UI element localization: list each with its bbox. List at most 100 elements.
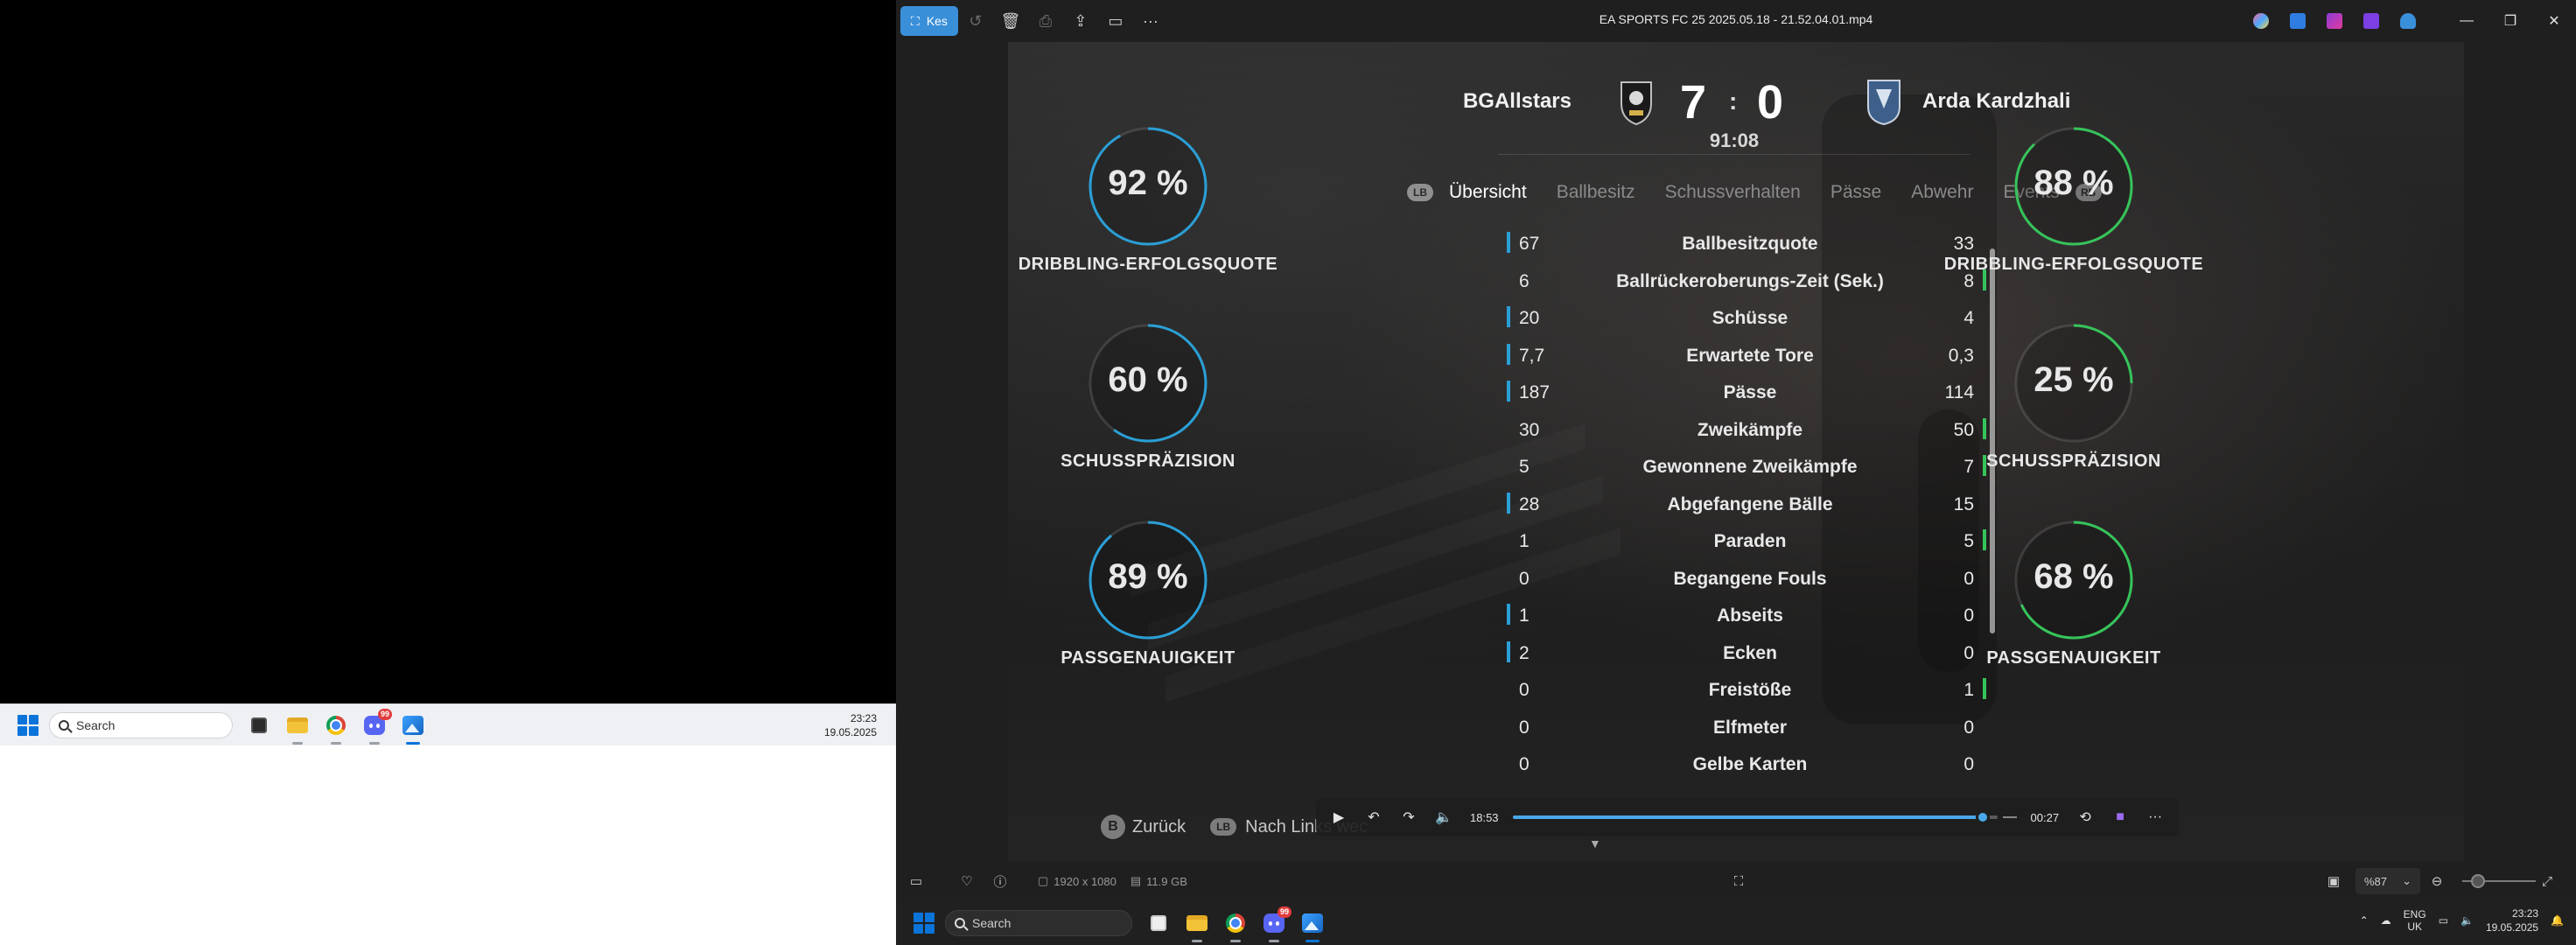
video-frame[interactable]: BGAllstars 7 : 0 Arda Kardzhali 91:08 LB… <box>1008 42 2464 861</box>
taskbar-search-box[interactable]: Search <box>945 910 1132 936</box>
designer-icon[interactable] <box>2320 8 2348 34</box>
close-icon[interactable]: ✕ <box>2532 0 2576 42</box>
crop-icon: ⛶ <box>911 13 920 28</box>
chrome-icon[interactable] <box>1222 909 1250 942</box>
seek-bar[interactable] <box>1512 810 1998 824</box>
stats-row: 6 Ballrückeroberungs-Zeit (Sek.) 8 <box>1505 262 1995 300</box>
tab-defense[interactable]: Abwehr <box>1911 182 1973 203</box>
app-extension-icons <box>2247 8 2422 34</box>
volume-tray-icon[interactable]: 🔈 <box>2460 914 2474 927</box>
favorite-heart-icon[interactable]: ♡ <box>954 868 980 894</box>
home-pass-accuracy-ring: 89 % <box>1087 519 1209 641</box>
left-monitor-empty-area <box>0 746 896 945</box>
file-metadata: ▢ 1920 x 1080 ▤ 11.9 GB <box>1038 874 1187 888</box>
away-team-name: Arda Kardzhali <box>1922 89 2071 113</box>
stats-scrollbar[interactable] <box>1990 248 1995 634</box>
actual-size-icon[interactable]: ▣ <box>2320 868 2347 894</box>
print-icon[interactable]: ⎙ <box>1028 4 1063 38</box>
away-shot-accuracy-value: 25 % <box>2034 360 2114 399</box>
stat-name: Abseits <box>1717 606 1783 626</box>
play-icon[interactable]: ▶ <box>1321 800 1356 835</box>
taskbar-search-box[interactable]: Search <box>49 711 233 738</box>
crop-button[interactable]: ⛶ Kes <box>900 6 958 36</box>
paint-icon[interactable] <box>2284 8 2312 34</box>
fit-screen-icon[interactable]: ⛶ <box>1726 868 1752 894</box>
zoom-level-dropdown[interactable]: %87 ⌄ <box>2356 868 2420 894</box>
zoom-out-icon[interactable]: ⊖ <box>2424 868 2450 894</box>
repeat-off-icon[interactable]: ⟲ <box>2068 800 2103 835</box>
fullscreen-icon[interactable]: ⤢ <box>2534 868 2560 894</box>
back-hint[interactable]: Zurück <box>1132 817 1186 837</box>
stat-name: Elfmeter <box>1712 717 1788 738</box>
file-explorer-icon[interactable] <box>284 711 312 745</box>
chevron-up-icon[interactable]: ⌃ <box>2360 914 2369 927</box>
keyboard-layout: UK <box>2407 920 2423 933</box>
tab-passes[interactable]: Pässe <box>1830 182 1881 203</box>
home-team-name: BGAllstars <box>1462 89 1572 113</box>
tab-shooting[interactable]: Schussverhalten <box>1665 182 1801 203</box>
notification-bell-icon[interactable]: 🔔 <box>2551 914 2564 927</box>
elapsed-time: 18:53 <box>1470 810 1499 824</box>
onedrive-icon[interactable] <box>2394 8 2422 34</box>
slideshow-icon[interactable]: ▭ <box>1098 4 1133 38</box>
restore-icon[interactable]: ❐ <box>2488 0 2532 42</box>
more-options-icon[interactable]: ··· <box>1133 4 1168 38</box>
terminal-app-icon[interactable] <box>1144 909 1172 937</box>
stats-row: 67 Ballbesitzquote 33 <box>1505 225 1995 262</box>
photos-app-icon[interactable] <box>399 711 427 745</box>
stats-scrollbar-thumb[interactable] <box>1990 248 1995 634</box>
taskbar-clock[interactable]: 23:23 19.05.2025 <box>2486 906 2538 934</box>
video-player-controls: ▶ ↶ ↷ 🔈 18:53 00:27 ⟲ ■ ··· <box>1316 798 2179 836</box>
windows-start-icon[interactable] <box>18 714 38 736</box>
rotate-icon[interactable]: ↺ <box>958 4 993 38</box>
home-shot-accuracy-value: 60 % <box>1108 360 1188 399</box>
lb-button-hint[interactable]: LB <box>1407 184 1433 201</box>
copilot-icon[interactable] <box>2247 8 2275 34</box>
stats-row: 0 Elfmeter 0 <box>1505 709 1995 746</box>
share-icon[interactable]: ⇪ <box>1063 4 1098 38</box>
stat-name: Schüsse <box>1712 308 1788 328</box>
tab-overview[interactable]: Übersicht <box>1449 182 1527 203</box>
file-explorer-icon[interactable] <box>1183 909 1211 942</box>
rewind-10-icon[interactable]: ↶ <box>1356 800 1391 835</box>
discord-icon[interactable]: 99 <box>1260 906 1292 942</box>
photos-app-icon[interactable] <box>1298 909 1326 942</box>
seek-bar-handle[interactable] <box>1975 810 1990 824</box>
chrome-icon[interactable] <box>322 711 350 745</box>
info-icon[interactable]: ⓘ <box>987 868 1013 894</box>
stat-name: Begangene Fouls <box>1673 568 1827 589</box>
stat-away-value: 0 <box>1964 568 1974 589</box>
crop-button-label: Kes <box>926 14 948 28</box>
stats-row: 0 Gelbe Karten 0 <box>1505 746 1995 783</box>
discord-icon[interactable]: 99 <box>360 708 392 745</box>
tab-possession[interactable]: Ballbesitz <box>1557 182 1635 203</box>
stat-name: Ballbesitzquote <box>1682 234 1818 254</box>
zoom-level-value: %87 <box>2364 874 2388 888</box>
left-taskbar-clock[interactable]: 23:23 19.05.2025 <box>824 711 877 739</box>
media-viewer-window: ⛶ Kes ↺ 🗑 ⎙ ⇪ ▭ ··· EA SPORTS FC 25 2025… <box>896 0 2576 901</box>
home-dribbling-value: 92 % <box>1108 164 1188 202</box>
clipchamp-edit-icon[interactable]: ■ <box>2103 800 2138 835</box>
discord-badge: 99 <box>377 708 392 720</box>
home-dribbling-label: DRIBBLING-ERFOLGSQUOTE <box>1018 255 1278 274</box>
minimize-icon[interactable]: — <box>2445 0 2488 42</box>
onedrive-tray-icon[interactable]: ☁ <box>2381 914 2391 927</box>
stat-name: Ballrückeroberungs-Zeit (Sek.) <box>1616 270 1884 291</box>
clipchamp-icon[interactable] <box>2357 8 2385 34</box>
zoom-slider[interactable] <box>2462 874 2536 888</box>
match-stats-table[interactable]: 67 Ballbesitzquote 33 6 Ballrückeroberungs-Z… <box>1505 225 1995 783</box>
stat-name: Abgefangene Bälle <box>1667 494 1833 514</box>
stats-row: 2 Ecken 0 <box>1505 634 1995 672</box>
player-more-icon[interactable]: ··· <box>2138 800 2173 835</box>
filmstrip-icon[interactable]: ▭ <box>903 868 929 894</box>
volume-icon[interactable]: 🔈 <box>1426 800 1461 835</box>
zoom-slider-handle[interactable] <box>2471 874 2485 888</box>
language-indicator[interactable]: ENG UK <box>2404 908 2426 933</box>
delete-icon[interactable]: 🗑 <box>993 4 1028 38</box>
windows-start-icon[interactable] <box>914 913 934 934</box>
chevron-down-icon[interactable]: ▼ <box>1589 836 1601 850</box>
terminal-app-icon[interactable] <box>245 711 273 739</box>
search-icon <box>59 719 69 731</box>
forward-30-icon[interactable]: ↷ <box>1391 800 1426 835</box>
display-icon[interactable]: ▭ <box>2439 914 2448 927</box>
